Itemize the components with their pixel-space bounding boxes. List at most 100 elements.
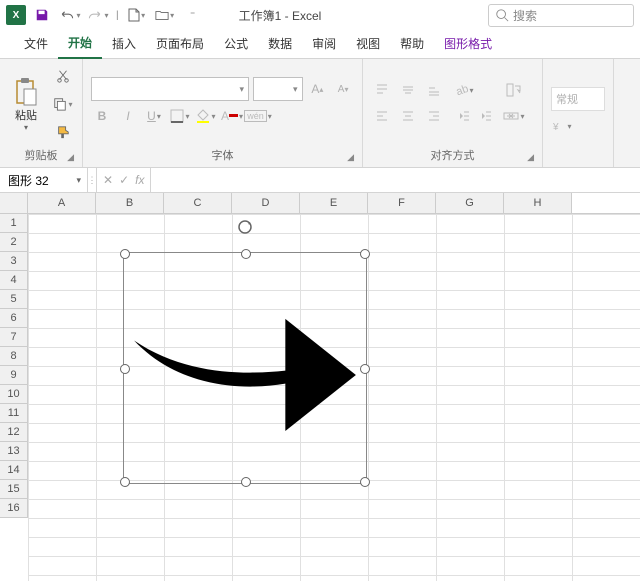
row-header[interactable]: 5 [0, 290, 28, 309]
fill-color-button[interactable]: ▾ [195, 105, 217, 127]
font-color-button[interactable]: A▾ [221, 105, 243, 127]
search-box[interactable]: 搜索 [488, 4, 634, 27]
paste-button[interactable]: 粘贴 ▾ [8, 76, 44, 132]
row-header[interactable]: 10 [0, 385, 28, 404]
alignment-launcher[interactable]: ◢ [527, 152, 534, 163]
row-header[interactable]: 14 [0, 461, 28, 480]
align-center-button[interactable] [397, 105, 419, 127]
phonetic-button[interactable]: wén▾ [247, 105, 269, 127]
clipboard-launcher[interactable]: ◢ [67, 152, 74, 163]
tab-review[interactable]: 审阅 [302, 29, 346, 58]
col-header[interactable]: D [232, 193, 300, 213]
row-header[interactable]: 9 [0, 366, 28, 385]
rotate-handle[interactable] [237, 219, 253, 235]
select-all-corner[interactable] [0, 193, 28, 213]
customize-qat-button[interactable]: ⁼ [181, 3, 205, 27]
merge-center-button[interactable]: ▾ [503, 105, 525, 127]
format-painter-button[interactable] [52, 121, 74, 143]
tab-home[interactable]: 开始 [58, 28, 102, 59]
name-box-dropdown[interactable]: ▾ [76, 175, 81, 186]
resize-handle-ne[interactable] [360, 249, 370, 259]
increase-font-button[interactable]: A▴ [307, 78, 329, 100]
align-left-button[interactable] [371, 105, 393, 127]
align-middle-button[interactable] [397, 79, 419, 101]
orientation-button[interactable]: ab▾ [453, 79, 475, 101]
italic-button[interactable]: I [117, 105, 139, 127]
underline-button[interactable]: U▾ [143, 105, 165, 127]
selected-shape[interactable] [123, 252, 367, 484]
row-header[interactable]: 6 [0, 309, 28, 328]
row-header[interactable]: 12 [0, 423, 28, 442]
tab-page-layout[interactable]: 页面布局 [146, 29, 214, 58]
open-file-button[interactable]: ▾ [153, 3, 177, 27]
tab-formulas[interactable]: 公式 [214, 29, 258, 58]
group-font: ▾ ▾ A▴ A▾ B I U▾ ▾ ▾ A▾ wén▾ 字体 ◢ [83, 59, 363, 167]
row-header[interactable]: 13 [0, 442, 28, 461]
tab-data[interactable]: 数据 [258, 29, 302, 58]
qat-separator: | [114, 10, 121, 21]
col-header[interactable]: F [368, 193, 436, 213]
row-header[interactable]: 7 [0, 328, 28, 347]
column-headers: A B C D E F G H [0, 193, 640, 214]
redo-button[interactable]: ▾ [86, 3, 110, 27]
tab-view[interactable]: 视图 [346, 29, 390, 58]
resize-handle-sw[interactable] [120, 477, 130, 487]
align-bottom-button[interactable] [423, 79, 445, 101]
decrease-indent-button[interactable] [453, 105, 475, 127]
font-family-combo[interactable]: ▾ [91, 77, 249, 101]
col-header[interactable]: E [300, 193, 368, 213]
save-button[interactable] [30, 3, 54, 27]
cells-area[interactable] [28, 214, 640, 581]
decrease-font-button[interactable]: A▾ [332, 78, 354, 100]
resize-handle-se[interactable] [360, 477, 370, 487]
col-header[interactable]: C [164, 193, 232, 213]
expand-formula-bar[interactable]: ⋮ [88, 168, 97, 192]
wrap-text-button[interactable] [503, 79, 525, 101]
formula-input[interactable] [151, 168, 640, 192]
col-header[interactable]: B [96, 193, 164, 213]
copy-button[interactable]: ▾ [52, 93, 74, 115]
tab-help[interactable]: 帮助 [390, 29, 434, 58]
font-launcher[interactable]: ◢ [347, 152, 354, 163]
paste-label: 粘贴 [15, 107, 37, 123]
resize-handle-nw[interactable] [120, 249, 130, 259]
col-header[interactable]: H [504, 193, 572, 213]
font-label: 字体 [212, 150, 234, 162]
name-box-input[interactable] [6, 172, 66, 188]
row-header[interactable]: 1 [0, 214, 28, 233]
insert-function-button[interactable]: fx [135, 173, 144, 187]
row-header[interactable]: 3 [0, 252, 28, 271]
col-header[interactable]: G [436, 193, 504, 213]
name-box[interactable]: ▾ [0, 168, 88, 192]
row-header[interactable]: 8 [0, 347, 28, 366]
tab-insert[interactable]: 插入 [102, 29, 146, 58]
increase-indent-button[interactable] [475, 105, 497, 127]
row-header[interactable]: 16 [0, 499, 28, 518]
resize-handle-s[interactable] [241, 477, 251, 487]
bold-button[interactable]: B [91, 105, 113, 127]
title-bar: X ▾ ▾ | ▾ ▾ ⁼ 工作簿1 - Excel 搜索 [0, 0, 640, 30]
resize-handle-n[interactable] [241, 249, 251, 259]
tab-file[interactable]: 文件 [14, 29, 58, 58]
arrow-shape-icon [124, 293, 366, 431]
col-header[interactable]: A [28, 193, 96, 213]
row-header[interactable]: 2 [0, 233, 28, 252]
font-size-combo[interactable]: ▾ [253, 77, 303, 101]
accounting-format-button[interactable]: ¥▾ [551, 115, 573, 137]
cancel-formula-button[interactable]: ✕ [103, 173, 113, 187]
row-header[interactable]: 11 [0, 404, 28, 423]
ribbon-tabs: 文件 开始 插入 页面布局 公式 数据 审阅 视图 帮助 图形格式 [0, 30, 640, 59]
enter-formula-button[interactable]: ✓ [119, 173, 129, 187]
align-right-button[interactable] [423, 105, 445, 127]
undo-button[interactable]: ▾ [58, 3, 82, 27]
row-header[interactable]: 15 [0, 480, 28, 499]
cut-button[interactable] [52, 65, 74, 87]
row-header[interactable]: 4 [0, 271, 28, 290]
new-file-button[interactable]: ▾ [125, 3, 149, 27]
spreadsheet-grid: A B C D E F G H 1 2 3 4 5 6 7 8 9 10 11 … [0, 193, 640, 581]
align-top-button[interactable] [371, 79, 393, 101]
tab-shape-format[interactable]: 图形格式 [434, 29, 502, 58]
excel-logo-icon: X [6, 5, 26, 25]
border-button[interactable]: ▾ [169, 105, 191, 127]
number-format-combo[interactable]: 常规 [551, 87, 605, 111]
